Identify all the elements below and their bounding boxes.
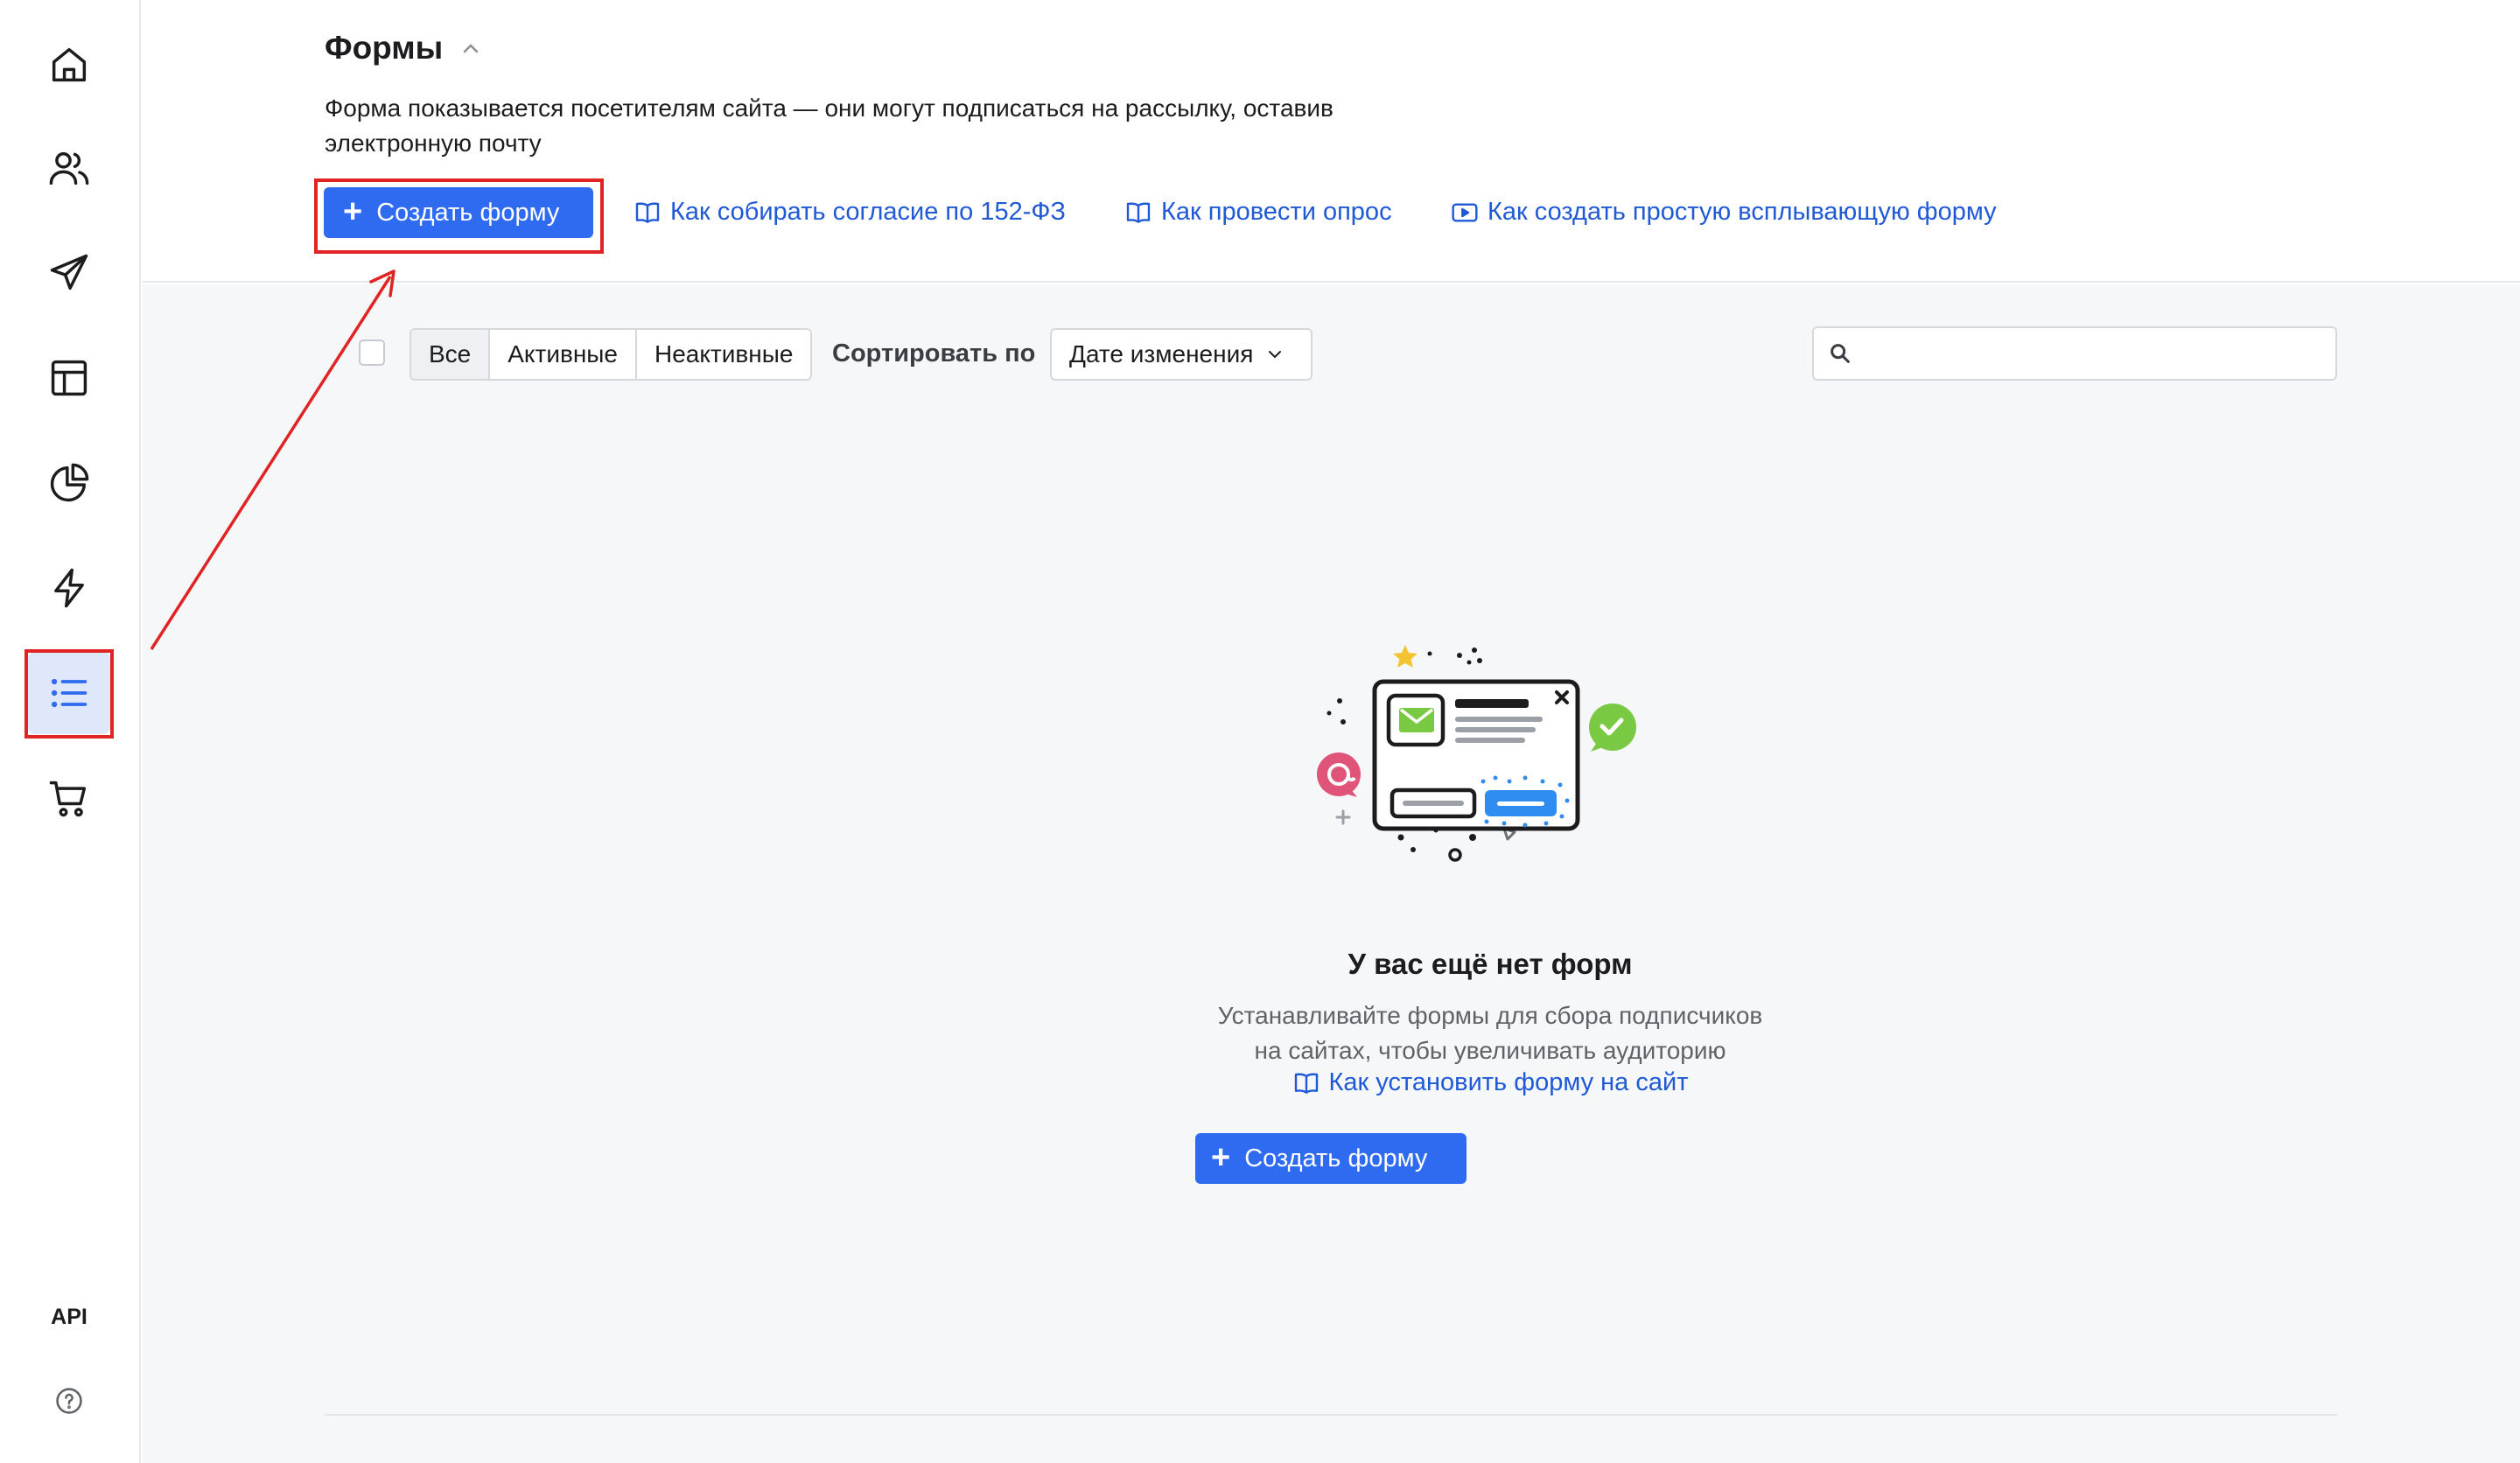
create-form-label: Создать форму [1244,1144,1428,1172]
empty-state-line-2: на сайтах, чтобы увеличивать аудиторию [1254,1037,1726,1064]
search-input[interactable] [1863,328,2335,379]
plus-icon: + [1211,1138,1231,1176]
link-label: Как собирать согласие по 152-ФЗ [670,198,1066,226]
main-content: Все Активные Неактивные Сортировать по Д… [143,284,2520,1463]
sidebar-item-campaigns[interactable] [25,229,113,317]
home-icon [52,47,87,82]
create-form-label: Создать форму [376,198,560,227]
chevron-up-icon [463,44,479,53]
link-label: Как создать простую всплывающую форму [1488,198,1997,226]
book-icon [1294,1073,1318,1094]
star-icon [1393,645,1418,668]
sidebar-item-help[interactable] [25,1357,113,1445]
sidebar-item-shop[interactable] [25,754,113,842]
sidebar-item-forms[interactable] [25,649,113,737]
users-icon [49,152,89,186]
active-indicator [28,652,110,734]
link-survey[interactable]: Как провести опрос [1124,198,1392,227]
footer-divider [325,1414,2337,1416]
help-circle-icon [56,1388,82,1414]
sidebar-item-analytics[interactable] [25,439,113,527]
filter-all[interactable]: Все [411,330,491,379]
pie-chart-icon [50,463,89,502]
filter-inactive[interactable]: Неактивные [637,330,810,379]
sort-value: Дате изменения [1069,340,1254,368]
link-consent-152fz[interactable]: Как собирать согласие по 152-ФЗ [634,198,1066,227]
layout-icon [51,360,88,396]
link-label: Как установить форму на сайт [1328,1068,1689,1096]
status-filter: Все Активные Неактивные [410,328,813,381]
plus-icon: + [343,192,363,230]
link-label: Как провести опрос [1161,198,1392,226]
empty-create-form-button[interactable]: + Создать форму [1195,1133,1466,1184]
chevron-down-icon [1269,351,1282,359]
sort-label: Сортировать по [832,340,1036,368]
collapse-toggle[interactable] [458,35,484,61]
sort-dropdown[interactable]: Дате изменения [1050,328,1312,381]
sidebar-item-contacts[interactable] [25,124,113,212]
empty-forms-illustration [1317,645,1636,862]
lightning-icon [54,568,84,608]
sidebar-item-templates[interactable] [25,334,113,422]
empty-state-description: Устанавливайте формы для сбора подписчик… [1053,998,1928,1068]
search-field[interactable] [1812,326,2337,381]
create-form-button[interactable]: + Создать форму [324,187,593,238]
search-icon [1830,344,1850,363]
cart-icon [49,780,87,817]
empty-state-line-1: Устанавливайте формы для сбора подписчик… [1217,1002,1763,1029]
select-all-checkbox[interactable] [359,340,385,366]
book-icon [1126,202,1151,223]
empty-state-title: У вас ещё нет форм [1348,948,1633,980]
link-popup-form[interactable]: Как создать простую всплывающую форму [1451,198,1997,227]
sidebar-item-automation[interactable] [25,544,113,632]
list-icon [51,678,88,708]
send-icon [50,254,88,290]
page-description: Форма показывается посетителям сайта — о… [325,94,1334,157]
page-header: Формы Форма показывается посетителям сай… [143,0,2520,283]
sidebar-item-home[interactable] [25,21,113,108]
sidebar: API [0,0,141,1463]
link-install-form[interactable]: Как установить форму на сайт [1123,1068,1858,1097]
sidebar-item-api[interactable]: API [25,1295,113,1339]
filter-active[interactable]: Активные [490,330,637,379]
video-icon [1452,202,1478,222]
book-icon [635,202,660,223]
plus-icon [1335,809,1351,825]
page-title: Формы [325,30,444,66]
